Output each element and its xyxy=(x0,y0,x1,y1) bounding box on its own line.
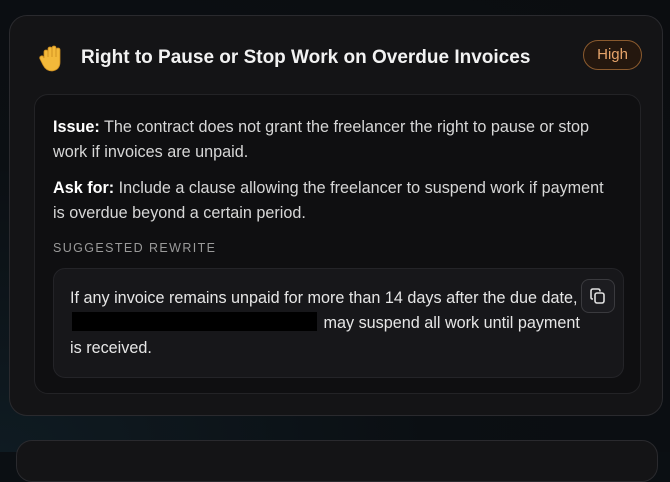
issue-text: The contract does not grant the freelanc… xyxy=(53,118,589,161)
raised-hand-icon xyxy=(39,45,65,73)
issue-paragraph: Issue: The contract does not grant the f… xyxy=(53,115,613,165)
ask-label: Ask for: xyxy=(53,179,114,197)
card-title: Right to Pause or Stop Work on Overdue I… xyxy=(81,47,530,69)
copy-button[interactable] xyxy=(581,279,615,313)
suggested-rewrite-label: SUGGESTED REWRITE xyxy=(53,241,216,255)
issue-card: Right to Pause or Stop Work on Overdue I… xyxy=(9,15,663,416)
redacted-party-name xyxy=(72,312,317,331)
copy-icon xyxy=(589,287,607,305)
ask-paragraph: Ask for: Include a clause allowing the f… xyxy=(53,176,613,226)
card-header: Right to Pause or Stop Work on Overdue I… xyxy=(10,16,662,100)
issue-details-panel: Issue: The contract does not grant the f… xyxy=(34,94,641,394)
ask-text: Include a clause allowing the freelancer… xyxy=(53,179,604,222)
rewrite-text-before: If any invoice remains unpaid for more t… xyxy=(70,289,578,307)
severity-badge: High xyxy=(583,40,642,70)
suggested-rewrite-box: If any invoice remains unpaid for more t… xyxy=(53,268,624,378)
suggested-rewrite-text: If any invoice remains unpaid for more t… xyxy=(70,286,590,361)
next-issue-card xyxy=(16,440,658,482)
issue-label: Issue: xyxy=(53,118,100,136)
